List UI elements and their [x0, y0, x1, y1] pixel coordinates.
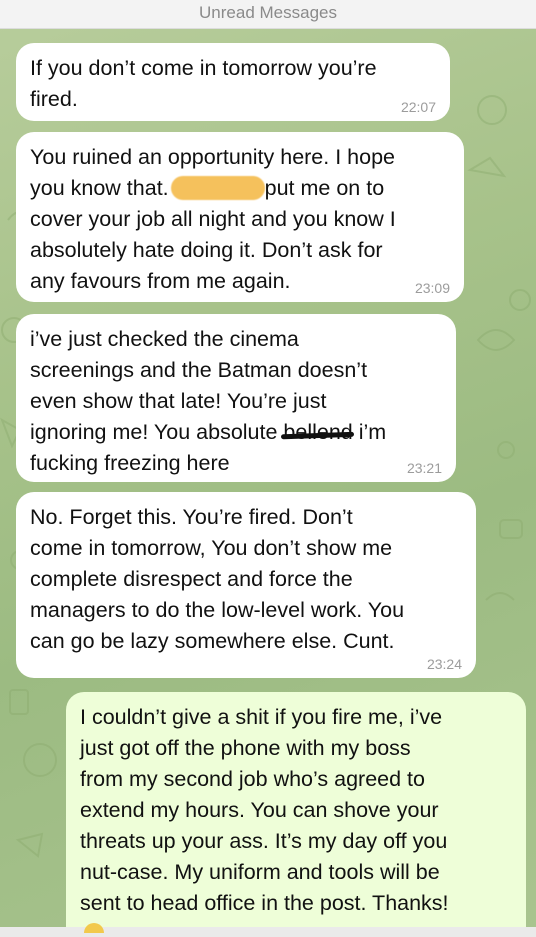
message-line: just got off the phone with my boss: [80, 736, 411, 760]
message-timestamp: 23:24: [426, 656, 462, 672]
redaction-mark: [170, 176, 265, 200]
message-line: If you don’t come in tomorrow you’re: [30, 56, 377, 80]
message-bubble-outgoing[interactable]: I couldn’t give a shit if you fire me, i…: [66, 692, 526, 937]
message-line: any favours from me again.: [30, 269, 291, 293]
message-line: come in tomorrow, You don’t show me: [30, 536, 393, 560]
message-timestamp: 22:07: [400, 99, 436, 115]
message-line: even show that late! You’re just: [30, 389, 327, 413]
message-line: absolutely hate doing it. Don’t ask for: [30, 238, 383, 262]
bottom-edge-strip: [0, 927, 536, 937]
message-line: managers to do the low-level work. You: [30, 598, 405, 622]
message-line: threats up your ass. It’s my day off you: [80, 829, 448, 853]
message-line: screenings and the Batman doesn’t: [30, 358, 368, 382]
message-line: cover your job all night and you know I: [30, 207, 396, 231]
message-line: sent to head office in the post. Thanks!: [80, 891, 449, 915]
message-line: ignoring me! You absolute: [30, 420, 284, 444]
message-line: i’m: [352, 420, 387, 444]
chat-screen: Unread Messages If you don’t come in tom…: [0, 0, 536, 937]
message-line: i’ve just checked the cinema: [30, 327, 299, 351]
message-line: can go be lazy somewhere else. Cunt.: [30, 629, 395, 653]
message-text: I couldn’t give a shit if you fire me, i…: [80, 702, 512, 919]
message-bubble-incoming[interactable]: No. Forget this. You’re fired. Don’t com…: [16, 492, 476, 678]
message-line: No. Forget this. You’re fired. Don’t: [30, 505, 353, 529]
message-bubble-incoming[interactable]: i’ve just checked the cinema screenings …: [16, 314, 456, 482]
message-bubble-incoming[interactable]: You ruined an opportunity here. I hope y…: [16, 132, 464, 302]
message-line: from my second job who’s agreed to: [80, 767, 425, 791]
message-text: i’ve just checked the cinema screenings …: [30, 324, 442, 479]
message-line: fired.: [30, 87, 78, 111]
message-line: fucking freezing here: [30, 451, 230, 475]
message-bubble-incoming[interactable]: If you don’t come in tomorrow you’re fir…: [16, 43, 450, 121]
message-timestamp: 23:21: [406, 460, 442, 476]
scribbled-out-word: bellend: [283, 417, 352, 448]
message-line: you know that.: [30, 176, 169, 200]
message-text: If you don’t come in tomorrow you’re fir…: [30, 53, 436, 115]
message-line: nut-case. My uniform and tools will be: [80, 860, 440, 884]
message-text: No. Forget this. You’re fired. Don’t com…: [30, 502, 462, 657]
unread-messages-label: Unread Messages: [199, 3, 337, 22]
message-text: You ruined an opportunity here. I hope y…: [30, 142, 450, 297]
message-timestamp: 23:09: [414, 280, 450, 296]
message-line: I couldn’t give a shit if you fire me, i…: [80, 705, 443, 729]
message-line: complete disrespect and force the: [30, 567, 353, 591]
message-line: put me on to: [264, 176, 385, 200]
unread-messages-divider: Unread Messages: [0, 0, 536, 29]
message-line: You ruined an opportunity here. I hope: [30, 145, 395, 169]
message-line: extend my hours. You can shove your: [80, 798, 439, 822]
